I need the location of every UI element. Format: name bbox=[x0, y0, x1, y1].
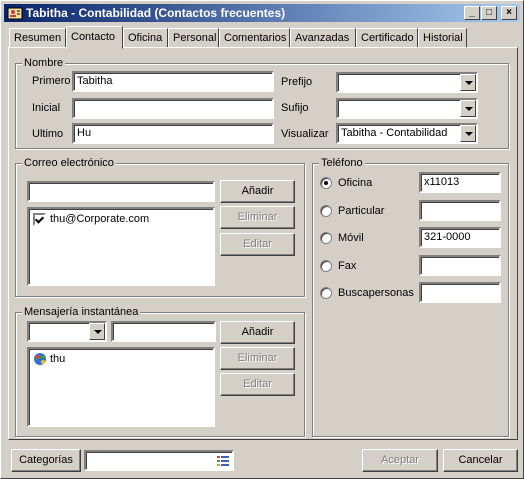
categorias-button[interactable]: Categorías bbox=[11, 449, 81, 472]
tab-oficina[interactable]: Oficina bbox=[123, 28, 168, 48]
nombre-group-title: Nombre bbox=[22, 57, 66, 69]
add-email-button[interactable]: Añadir bbox=[220, 180, 295, 203]
messenger-icon bbox=[34, 353, 46, 365]
visualizar-value: Tabitha - Contabilidad bbox=[341, 127, 448, 139]
visualizar-combo[interactable]: Tabitha - Contabilidad bbox=[336, 123, 478, 144]
visualizar-label: Visualizar bbox=[281, 128, 329, 140]
telefono-group-title: Teléfono bbox=[319, 157, 365, 169]
oficina-label[interactable]: Oficina bbox=[338, 177, 372, 189]
chevron-down-icon[interactable] bbox=[460, 74, 476, 91]
categorias-field[interactable] bbox=[84, 450, 234, 471]
cancelar-button[interactable]: Cancelar bbox=[443, 449, 518, 472]
prefijo-label: Prefijo bbox=[281, 76, 313, 88]
email-list[interactable]: thu@Corporate.com bbox=[27, 207, 215, 286]
remove-email-button[interactable]: Eliminar bbox=[220, 206, 295, 229]
im-item[interactable]: thu bbox=[50, 353, 65, 365]
prefijo-combo[interactable] bbox=[336, 72, 478, 93]
sufijo-label: Sufijo bbox=[281, 102, 309, 114]
sufijo-combo[interactable] bbox=[336, 98, 478, 119]
chevron-down-icon[interactable] bbox=[460, 125, 476, 142]
remove-im-button[interactable]: Eliminar bbox=[220, 347, 295, 370]
movil-phone-field[interactable]: 321-0000 bbox=[419, 227, 501, 248]
im-input[interactable] bbox=[111, 321, 216, 342]
movil-label[interactable]: Móvil bbox=[338, 232, 364, 244]
chevron-down-icon[interactable] bbox=[460, 100, 476, 117]
contact-card-icon bbox=[7, 7, 23, 20]
tab-certificado[interactable]: Certificado bbox=[356, 28, 418, 48]
primero-field[interactable]: Tabitha bbox=[72, 71, 274, 92]
ultimo-label: Ultimo bbox=[32, 128, 64, 140]
chevron-down-icon[interactable] bbox=[89, 323, 105, 340]
tab-avanzadas[interactable]: Avanzadas bbox=[290, 28, 356, 48]
contact-window: Tabitha - Contabilidad (Contactos frecue… bbox=[0, 0, 524, 479]
add-im-button[interactable]: Añadir bbox=[220, 321, 295, 344]
tab-comentarios[interactable]: Comentarios bbox=[219, 28, 290, 48]
edit-im-button[interactable]: Editar bbox=[220, 373, 295, 396]
email-checkbox[interactable] bbox=[33, 213, 46, 226]
fax-phone-field[interactable] bbox=[419, 255, 501, 276]
maximize-button[interactable]: □ bbox=[481, 6, 497, 20]
inicial-field[interactable] bbox=[72, 98, 274, 119]
fax-radio[interactable] bbox=[320, 260, 332, 272]
oficina-phone-field[interactable]: x11013 bbox=[419, 172, 501, 193]
aceptar-button[interactable]: Aceptar bbox=[362, 449, 438, 472]
title-bar[interactable]: Tabitha - Contabilidad (Contactos frecue… bbox=[4, 4, 520, 22]
minimize-button[interactable]: _ bbox=[464, 6, 480, 20]
tab-resumen[interactable]: Resumen bbox=[9, 28, 66, 48]
category-list-icon[interactable] bbox=[217, 456, 229, 466]
tab-historial[interactable]: Historial bbox=[418, 28, 467, 48]
window-title: Tabitha - Contabilidad (Contactos frecue… bbox=[26, 6, 286, 20]
ultimo-field[interactable]: Hu bbox=[72, 123, 274, 144]
primero-label: Primero bbox=[32, 75, 71, 87]
mensajeria-group-title: Mensajería instantánea bbox=[22, 306, 141, 318]
close-button[interactable]: × bbox=[501, 6, 517, 20]
oficina-radio[interactable] bbox=[320, 177, 332, 189]
particular-phone-field[interactable] bbox=[419, 200, 501, 221]
tab-personal[interactable]: Personal bbox=[168, 28, 219, 48]
fax-label[interactable]: Fax bbox=[338, 260, 356, 272]
inicial-label: Inicial bbox=[32, 102, 61, 114]
correo-group-title: Correo electrónico bbox=[22, 157, 116, 169]
buscapersonas-phone-field[interactable] bbox=[419, 282, 501, 303]
email-input[interactable] bbox=[27, 181, 215, 202]
buscapersonas-radio[interactable] bbox=[320, 287, 332, 299]
movil-radio[interactable] bbox=[320, 232, 332, 244]
im-service-combo[interactable] bbox=[27, 321, 107, 342]
particular-label[interactable]: Particular bbox=[338, 205, 384, 217]
tab-contacto[interactable]: Contacto bbox=[66, 26, 123, 49]
email-item[interactable]: thu@Corporate.com bbox=[50, 213, 149, 225]
edit-email-button[interactable]: Editar bbox=[220, 233, 295, 256]
im-list[interactable]: thu bbox=[27, 347, 215, 427]
particular-radio[interactable] bbox=[320, 205, 332, 217]
buscapersonas-label[interactable]: Buscapersonas bbox=[338, 287, 414, 299]
